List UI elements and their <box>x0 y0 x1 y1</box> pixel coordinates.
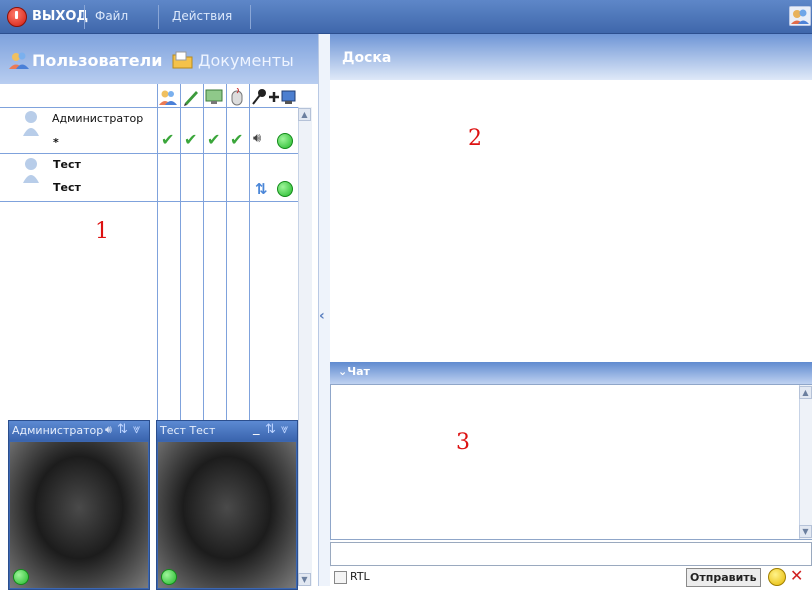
users-column-icon <box>159 90 177 105</box>
user-avatar <box>23 158 39 183</box>
smiley-icon[interactable] <box>768 568 786 586</box>
file-menu-item[interactable]: Файл <box>95 0 128 33</box>
chat-title[interactable]: ⌄Чат <box>338 365 370 378</box>
scroll-up-button[interactable]: ▲ <box>298 108 311 121</box>
users-scrollbar[interactable] <box>298 107 312 586</box>
video-window: Администратор 🔊︎ ⇅ ⩔ <box>8 420 150 590</box>
grid-row-line <box>0 107 298 108</box>
chat-title-label: Чат <box>347 365 370 378</box>
menu-separator <box>158 5 159 29</box>
folder-icon <box>172 51 193 69</box>
online-status-icon <box>277 133 293 149</box>
annotation-2: 2 <box>468 126 482 151</box>
scroll-up-button[interactable]: ▲ <box>799 386 812 399</box>
video-feed <box>158 442 296 588</box>
user-avatar <box>23 111 39 136</box>
video-feed <box>10 442 148 588</box>
chevron-down-icon[interactable]: ⩔ <box>133 422 140 437</box>
speaker-icon[interactable]: 🔊︎ <box>253 131 261 146</box>
online-status-icon <box>277 181 293 197</box>
grid-row-line <box>0 201 298 202</box>
board-header <box>330 34 812 80</box>
checkmark-icon: ✔ <box>184 130 198 149</box>
whiteboard[interactable] <box>330 80 812 362</box>
speaker-icon[interactable]: 🔊︎ <box>105 423 112 437</box>
swap-icon[interactable]: ⇅ <box>117 422 128 437</box>
tab-users[interactable]: Пользователи <box>32 48 162 74</box>
pencil-icon <box>184 91 198 106</box>
exit-menu-item[interactable]: ВЫХОД <box>32 0 88 33</box>
video-title: Тест Тест <box>157 421 297 441</box>
chat-messages <box>330 384 812 540</box>
mouse-icon <box>231 88 243 106</box>
annotation-3: 3 <box>456 430 470 455</box>
online-status-icon <box>13 569 29 585</box>
video-window: Тест Тест _ ⇅ ⩔ <box>156 420 298 590</box>
send-button[interactable]: Отправить <box>686 568 761 587</box>
chat-message-input[interactable] <box>330 542 812 566</box>
tab-documents[interactable]: Документы <box>198 48 294 74</box>
checkmark-icon: ✔ <box>230 130 244 149</box>
actions-menu-item[interactable]: Действия <box>172 0 232 33</box>
swap-icon[interactable]: ⇅ <box>265 422 276 437</box>
user-name[interactable]: Администратор <box>52 112 143 125</box>
chevron-down-icon[interactable]: ⩔ <box>281 422 288 437</box>
screen-icon <box>205 89 223 104</box>
user-name[interactable]: Тест <box>53 158 81 171</box>
mic-camera-icon <box>252 89 296 105</box>
users-icon[interactable] <box>789 6 811 26</box>
board-title: Доска <box>342 50 392 66</box>
chevron-down-icon: ⌄ <box>338 365 348 378</box>
online-status-icon <box>161 569 177 585</box>
scroll-down-button[interactable]: ▼ <box>298 573 311 586</box>
power-icon[interactable] <box>7 7 27 27</box>
users-tab-icon <box>9 52 29 69</box>
annotation-1: 1 <box>95 219 109 244</box>
menu-separator <box>250 5 251 29</box>
scroll-down-button[interactable]: ▼ <box>799 525 812 538</box>
grid-row-line <box>0 153 298 154</box>
chat-header[interactable] <box>330 362 812 384</box>
swap-icon[interactable]: ⇅ <box>255 180 268 198</box>
user-subtitle: Тест <box>53 181 81 194</box>
rtl-label: RTL <box>350 570 370 583</box>
video-title: Администратор <box>9 421 149 441</box>
menu-separator <box>84 5 85 29</box>
collapse-left-icon[interactable]: ‹ <box>319 308 325 324</box>
user-subtitle: * <box>53 136 59 149</box>
checkmark-icon: ✔ <box>207 130 221 149</box>
chat-scrollbar[interactable] <box>799 385 812 539</box>
checkmark-icon: ✔ <box>161 130 175 149</box>
clear-icon[interactable]: ✕ <box>790 566 803 585</box>
rtl-checkbox[interactable] <box>334 571 347 584</box>
minimize-icon[interactable]: _ <box>253 421 260 436</box>
